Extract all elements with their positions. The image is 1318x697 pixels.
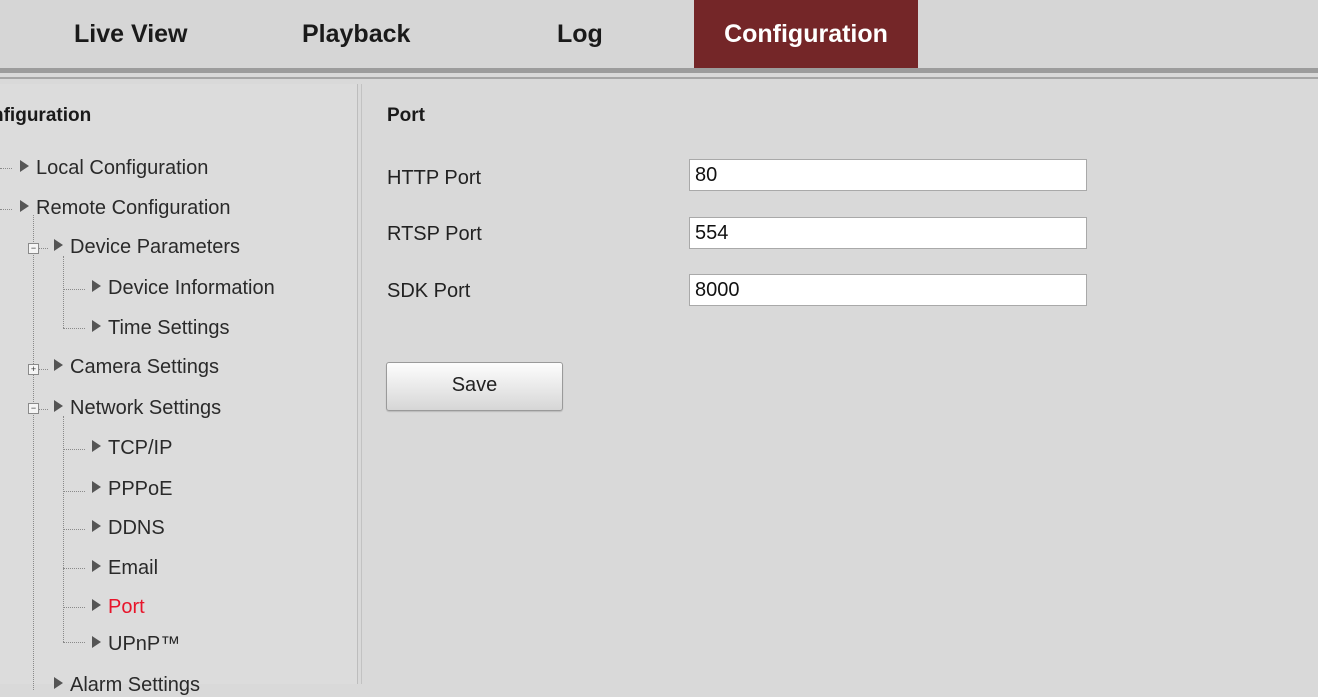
triangle-right-icon	[54, 400, 63, 412]
tree-connector	[63, 568, 85, 569]
http-port-label: HTTP Port	[387, 167, 482, 189]
sidebar-item-device-information[interactable]: Device Information	[92, 277, 275, 300]
triangle-right-icon	[92, 280, 101, 292]
tree-connector	[38, 248, 48, 249]
sidebar-title: nfiguration	[0, 105, 92, 126]
tab-configuration[interactable]: Configuration	[694, 0, 918, 68]
tree-connector	[63, 642, 85, 643]
tree-connector	[63, 491, 85, 492]
tree-connector	[63, 289, 85, 290]
triangle-right-icon	[92, 320, 101, 332]
sdk-port-input[interactable]	[689, 274, 1087, 306]
tab-playback[interactable]: Playback	[302, 0, 410, 68]
page-title: Port	[387, 105, 425, 126]
triangle-right-icon	[92, 636, 101, 648]
sidebar-border	[361, 84, 362, 684]
triangle-right-icon	[92, 481, 101, 493]
sidebar-item-label: Port	[108, 596, 145, 618]
sidebar-item-ddns[interactable]: DDNS	[92, 517, 165, 540]
save-button[interactable]: Save	[386, 362, 563, 411]
tab-live-view[interactable]: Live View	[74, 0, 188, 68]
triangle-right-icon	[20, 200, 29, 212]
sidebar-item-email[interactable]: Email	[92, 557, 158, 580]
triangle-right-icon	[92, 440, 101, 452]
sidebar-item-label: TCP/IP	[108, 437, 173, 459]
sidebar-item-port[interactable]: Port	[92, 596, 145, 619]
tree-connector	[33, 215, 34, 690]
tree-connector	[63, 328, 85, 329]
sidebar-item-label: Device Information	[108, 277, 275, 299]
triangle-right-icon	[92, 520, 101, 532]
tree-connector	[63, 256, 64, 328]
sidebar-item-label: Local Configuration	[36, 157, 209, 179]
sidebar-item-remote-configuration[interactable]: Remote Configuration	[20, 197, 231, 220]
sidebar-item-time-settings[interactable]: Time Settings	[92, 317, 230, 340]
rtsp-port-label: RTSP Port	[387, 223, 482, 245]
triangle-right-icon	[54, 239, 63, 251]
sidebar-item-label: Network Settings	[70, 397, 222, 419]
sidebar-item-label: Alarm Settings	[70, 674, 201, 696]
sdk-port-label: SDK Port	[387, 280, 471, 302]
sidebar-item-camera-settings[interactable]: Camera Settings	[54, 356, 219, 379]
tree-connector	[63, 529, 85, 530]
tree-connector	[0, 168, 12, 169]
triangle-right-icon	[92, 599, 101, 611]
triangle-right-icon	[54, 677, 63, 689]
nav-divider	[0, 68, 1318, 73]
sidebar-item-local-configuration[interactable]: Local Configuration	[20, 157, 208, 180]
sidebar-item-label: Remote Configuration	[36, 197, 231, 219]
triangle-right-icon	[54, 359, 63, 371]
triangle-right-icon	[20, 160, 29, 172]
expand-toggle-camera-settings[interactable]: +	[28, 364, 39, 375]
top-nav-bar	[0, 0, 1318, 68]
sidebar-item-label: DDNS	[108, 517, 165, 539]
tree-connector	[38, 409, 48, 410]
sidebar-item-label: Time Settings	[108, 317, 230, 339]
sidebar-item-upnp[interactable]: UPnP™	[92, 633, 180, 656]
nav-divider-line	[0, 77, 1318, 79]
tree-connector	[38, 369, 48, 370]
tree-connector	[0, 209, 12, 210]
sidebar-item-network-settings[interactable]: Network Settings	[54, 397, 221, 420]
collapse-toggle-network-settings[interactable]: −	[28, 403, 39, 414]
http-port-input[interactable]	[689, 159, 1087, 191]
sidebar-item-alarm-settings[interactable]: Alarm Settings	[54, 674, 200, 697]
sidebar-item-label: Email	[108, 557, 159, 579]
sidebar-item-device-parameters[interactable]: Device Parameters	[54, 236, 240, 259]
sidebar-item-pppoe[interactable]: PPPoE	[92, 478, 172, 501]
collapse-toggle-device-parameters[interactable]: −	[28, 243, 39, 254]
sidebar-item-label: Camera Settings	[70, 356, 219, 378]
sidebar-item-label: UPnP™	[108, 633, 181, 655]
sidebar-item-label: PPPoE	[108, 478, 173, 500]
tab-log[interactable]: Log	[557, 0, 603, 68]
triangle-right-icon	[92, 560, 101, 572]
tree-connector	[63, 449, 85, 450]
sidebar-item-tcpip[interactable]: TCP/IP	[92, 437, 172, 460]
tree-connector	[63, 607, 85, 608]
rtsp-port-input[interactable]	[689, 217, 1087, 249]
sidebar-item-label: Device Parameters	[70, 236, 241, 258]
